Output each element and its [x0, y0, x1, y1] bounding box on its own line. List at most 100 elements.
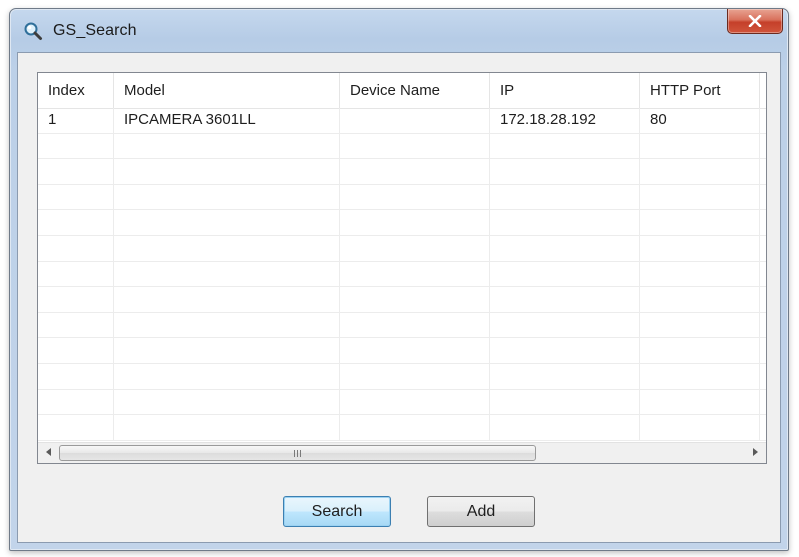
- list-header: Index Model Device Name IP HTTP Port R: [38, 73, 766, 109]
- column-header-http-port[interactable]: HTTP Port: [640, 73, 760, 108]
- column-header-ip[interactable]: IP: [490, 73, 640, 108]
- arrow-left-icon: [46, 447, 52, 459]
- cell-ip: [490, 363, 640, 389]
- scroll-left-button[interactable]: [40, 443, 58, 463]
- table-row[interactable]: [38, 338, 766, 364]
- table-row[interactable]: [38, 210, 766, 236]
- table-row[interactable]: [38, 363, 766, 390]
- cell-device-name: [340, 389, 490, 415]
- cell-model: [114, 415, 340, 440]
- cell-r: [760, 287, 766, 312]
- cell-index: [38, 338, 114, 363]
- table-row[interactable]: [38, 312, 766, 339]
- cell-model: [114, 363, 340, 389]
- cell-model: [114, 338, 340, 363]
- close-button[interactable]: [727, 9, 783, 34]
- cell-http-port: [640, 287, 760, 312]
- cell-device-name: [340, 108, 490, 133]
- cell-r: [760, 159, 766, 184]
- cell-device-name: [340, 210, 490, 235]
- cell-ip: 172.18.28.192: [490, 108, 640, 133]
- cell-http-port: [640, 415, 760, 440]
- cell-model: [114, 312, 340, 338]
- cell-device-name: [340, 184, 490, 210]
- cell-model: [114, 261, 340, 287]
- cell-model: [114, 210, 340, 235]
- cell-device-name: [340, 415, 490, 440]
- cell-r: [760, 262, 766, 287]
- cell-index: [38, 415, 114, 440]
- cell-r: [760, 134, 766, 159]
- gs-search-window: GS_Search Index Model Device Name IP HTT…: [9, 8, 789, 551]
- cell-index: [38, 389, 114, 415]
- scroll-right-button[interactable]: [746, 443, 764, 463]
- cell-r: [760, 185, 766, 210]
- cell-http-port: [640, 261, 760, 287]
- cell-http-port: [640, 389, 760, 415]
- table-row[interactable]: [38, 415, 766, 441]
- cell-http-port: [640, 235, 760, 261]
- cell-http-port: [640, 312, 760, 338]
- cell-ip: [490, 184, 640, 210]
- cell-ip: [490, 133, 640, 159]
- close-icon: [748, 15, 762, 27]
- window-title: GS_Search: [53, 22, 137, 39]
- cell-ip: [490, 338, 640, 363]
- cell-model: [114, 133, 340, 159]
- cell-http-port: [640, 184, 760, 210]
- cell-index: [38, 287, 114, 312]
- column-header-model[interactable]: Model: [114, 73, 340, 108]
- cell-ip: [490, 235, 640, 261]
- cell-index: [38, 312, 114, 338]
- cell-ip: [490, 287, 640, 312]
- scrollbar-thumb[interactable]: [59, 445, 536, 461]
- cell-ip: [490, 389, 640, 415]
- cell-index: [38, 363, 114, 389]
- cell-model: [114, 287, 340, 312]
- table-row[interactable]: [38, 184, 766, 211]
- cell-ip: [490, 415, 640, 440]
- table-row[interactable]: [38, 235, 766, 262]
- list-rows: 1IPCAMERA 3601LL 172.18.28.192805: [38, 108, 766, 441]
- cell-index: [38, 133, 114, 159]
- cell-r: [760, 338, 766, 363]
- table-row[interactable]: [38, 133, 766, 160]
- table-row[interactable]: [38, 261, 766, 288]
- add-button[interactable]: Add: [427, 496, 535, 527]
- cell-ip: [490, 159, 640, 184]
- cell-http-port: [640, 133, 760, 159]
- cell-r: [760, 415, 766, 440]
- cell-device-name: [340, 133, 490, 159]
- column-header-index[interactable]: Index: [38, 73, 114, 108]
- column-header-device-name[interactable]: Device Name: [340, 73, 490, 108]
- cell-r: [760, 313, 766, 338]
- cell-index: [38, 184, 114, 210]
- cell-http-port: [640, 159, 760, 184]
- horizontal-scrollbar[interactable]: [38, 442, 766, 463]
- table-row[interactable]: [38, 389, 766, 416]
- cell-ip: [490, 312, 640, 338]
- table-row[interactable]: 1IPCAMERA 3601LL 172.18.28.192805: [38, 108, 766, 134]
- cell-model: IPCAMERA 3601LL: [114, 108, 340, 133]
- cell-http-port: [640, 338, 760, 363]
- cell-r: [760, 236, 766, 261]
- title-bar[interactable]: GS_Search: [10, 9, 788, 53]
- cell-model: [114, 159, 340, 184]
- device-list-view[interactable]: Index Model Device Name IP HTTP Port R 1…: [37, 72, 767, 464]
- cell-device-name: [340, 261, 490, 287]
- cell-r: 5: [760, 108, 766, 133]
- cell-device-name: [340, 159, 490, 184]
- cell-ip: [490, 261, 640, 287]
- table-row[interactable]: [38, 287, 766, 313]
- magnifier-icon: [23, 21, 43, 41]
- search-button[interactable]: Search: [283, 496, 391, 527]
- cell-r: [760, 210, 766, 235]
- table-row[interactable]: [38, 159, 766, 185]
- cell-model: [114, 184, 340, 210]
- cell-index: [38, 159, 114, 184]
- cell-model: [114, 235, 340, 261]
- scrollbar-grip-icon: [294, 449, 301, 457]
- cell-index: [38, 261, 114, 287]
- cell-ip: [490, 210, 640, 235]
- column-header-r[interactable]: R: [760, 73, 766, 108]
